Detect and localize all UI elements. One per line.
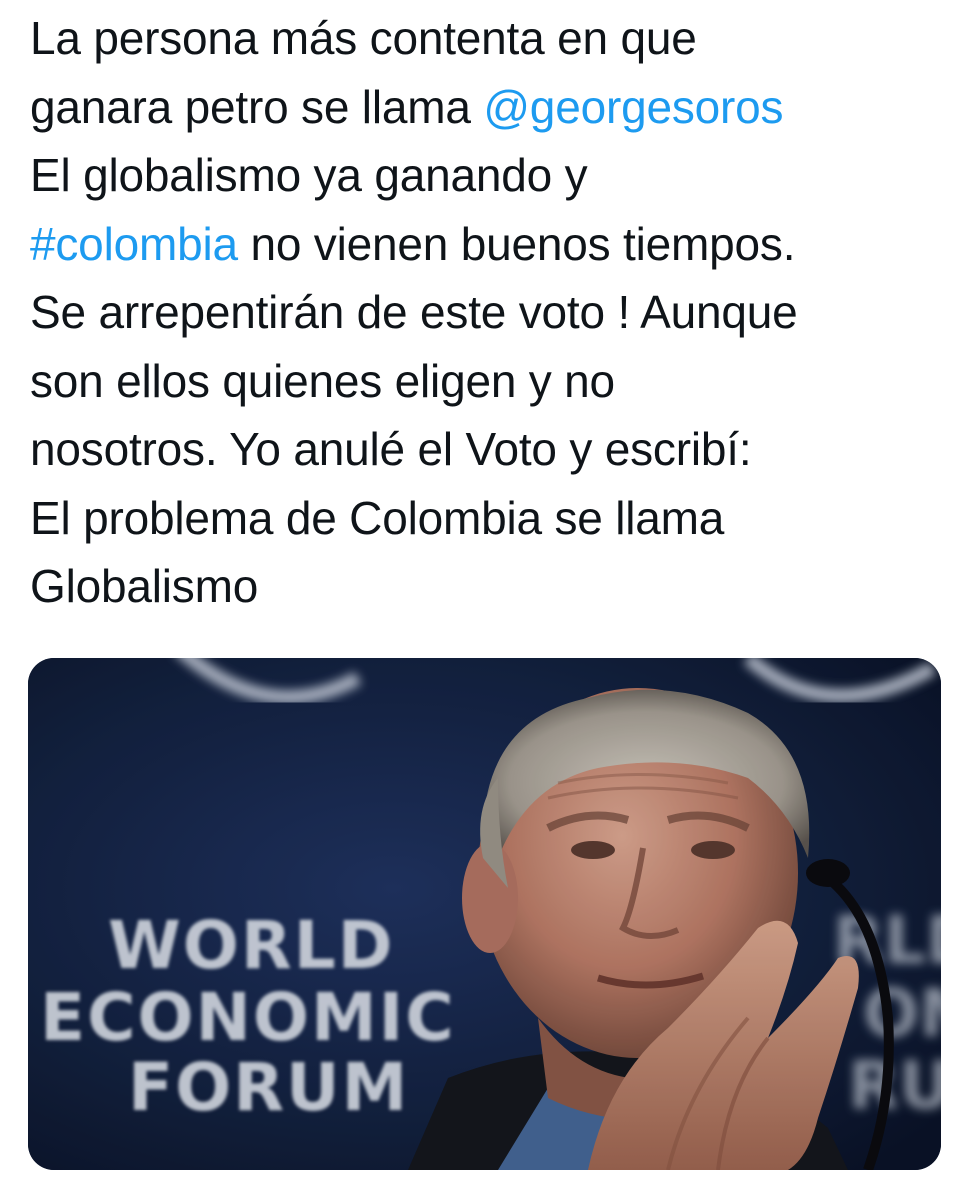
tweet-text-segment: Globalismo [30, 560, 259, 612]
tweet-text-segment: ganara petro se llama [30, 80, 484, 133]
tweet-text-segment: nosotros. Yo anulé el Voto y escribí: [30, 423, 752, 475]
tweet-text-line: son ellos quienes eligen y no [30, 347, 940, 416]
tweet-text-line: El globalismo ya ganando y [30, 141, 940, 210]
tweet-text-line: Se arrepentirán de este voto ! Aunque [30, 278, 940, 347]
tweet-text-line: Globalismo [30, 552, 940, 621]
tweet-text-line: El problema de Colombia se llama [30, 484, 940, 553]
tweet-text-segment: El problema de Colombia se llama [30, 491, 725, 544]
tweet-card: La persona más contenta en que ganara pet… [0, 0, 960, 1200]
tweet-text-segment: La persona más contenta en que [30, 12, 697, 64]
tweet-text-segment: El globalismo ya ganando y [30, 149, 588, 201]
tweet-text-segment: no vienen buenos tiempos. [237, 217, 796, 270]
photo-image: WORLD ECONOMIC FORUM RLD OM RUM [28, 658, 941, 1170]
tweet-text-line: nosotros. Yo anulé el Voto y escribí: [30, 415, 940, 484]
mention-link[interactable]: @georgesoros [483, 81, 783, 133]
hashtag-link[interactable]: #colombia [30, 218, 238, 270]
tweet-text-segment: Se arrepentirán de este voto ! Aunque [30, 286, 798, 338]
tweet-text: La persona más contenta en que ganara pet… [30, 4, 940, 621]
tweet-text-line: La persona más contenta en que [30, 4, 940, 73]
tweet-photo[interactable]: WORLD ECONOMIC FORUM RLD OM RUM [28, 658, 941, 1170]
tweet-text-line: ganara petro se llama @georgesoros [30, 73, 940, 142]
tweet-text-line: #colombia no vienen buenos tiempos. [30, 210, 940, 279]
tweet-text-segment: son ellos quienes eligen y no [30, 354, 615, 407]
